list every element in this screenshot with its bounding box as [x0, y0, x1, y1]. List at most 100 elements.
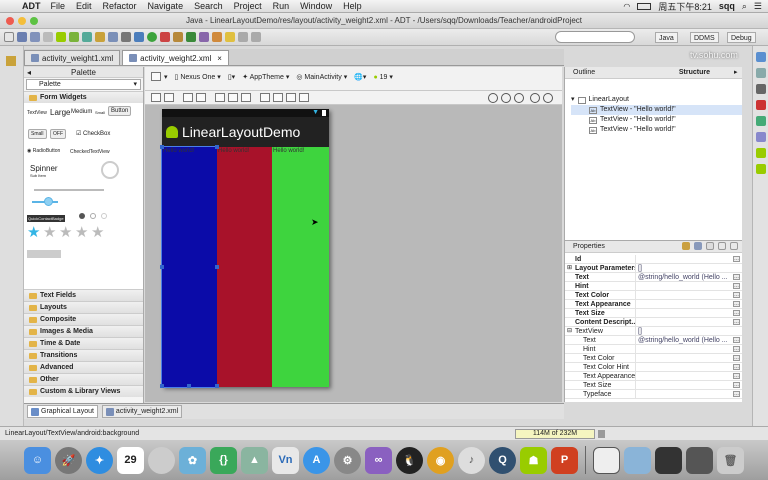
quicktime-icon[interactable]: [148, 446, 175, 474]
property-edit-button[interactable]: …: [733, 256, 740, 262]
device-preview[interactable]: ▼ LinearLayoutDemo Hello world! Hello wo…: [160, 109, 329, 388]
close-window-icon[interactable]: [6, 17, 14, 25]
selection-handle[interactable]: [215, 145, 219, 149]
property-value[interactable]: [635, 372, 733, 380]
selection-handle[interactable]: [187, 384, 191, 388]
property-value[interactable]: @string/hello_world (Hello ...: [635, 273, 733, 281]
menu-run[interactable]: Run: [273, 1, 290, 11]
quick-access-input[interactable]: [555, 31, 635, 43]
new-icon[interactable]: [4, 32, 14, 42]
qq-icon[interactable]: 🐧: [396, 446, 423, 474]
widget-progress-circle[interactable]: [101, 161, 119, 179]
menu-refactor[interactable]: Refactor: [103, 1, 137, 11]
locale-selector[interactable]: 🌐▾: [354, 73, 366, 81]
zoom-out-icon[interactable]: [530, 93, 540, 103]
widget-large-text[interactable]: Large: [50, 108, 70, 117]
property-row-text[interactable]: Text @string/hello_world (Hello ...…: [565, 273, 742, 282]
property-edit-button[interactable]: …: [733, 337, 740, 343]
property-edit-button[interactable]: …: [733, 319, 740, 325]
property-row-tv-text-color-hint[interactable]: Text Color Hint…: [565, 363, 742, 372]
zoom-fit-icon[interactable]: [501, 93, 511, 103]
property-value[interactable]: @string/hello_world (Hello ...: [635, 336, 733, 344]
widget-small-button[interactable]: Small: [28, 129, 47, 139]
run-external-icon[interactable]: [160, 32, 170, 42]
property-edit-button[interactable]: …: [733, 364, 740, 370]
collapse-all-icon[interactable]: [730, 242, 738, 250]
property-edit-button[interactable]: …: [733, 346, 740, 352]
photos-icon[interactable]: ✿: [179, 446, 206, 474]
selection-handle[interactable]: [215, 384, 219, 388]
property-row-id[interactable]: Id…: [565, 255, 742, 264]
open-type-icon[interactable]: [199, 32, 209, 42]
selection-handle[interactable]: [160, 265, 164, 269]
zoom-100-icon[interactable]: [514, 93, 524, 103]
menu-edit[interactable]: Edit: [76, 1, 92, 11]
widget-button[interactable]: Button: [108, 106, 132, 116]
new-class-icon[interactable]: [186, 32, 196, 42]
rating-star-icon[interactable]: ★: [75, 225, 88, 240]
zoom-real-size-icon[interactable]: [488, 93, 498, 103]
widget-checkbox[interactable]: ☑ CheckBox: [76, 130, 110, 137]
android-studio-icon[interactable]: ▲: [241, 446, 268, 474]
perspective-debug-button[interactable]: Debug: [727, 32, 756, 43]
widget-radio-button[interactable]: ◉ RadioButton: [27, 148, 60, 154]
property-value[interactable]: [635, 381, 733, 389]
widget-radio-small-empty2[interactable]: [101, 213, 107, 219]
property-row-tv-text-color[interactable]: Text Color…: [565, 354, 742, 363]
menu-help[interactable]: Help: [343, 1, 362, 11]
property-edit-button[interactable]: …: [733, 355, 740, 361]
widget-progress-bar[interactable]: [34, 189, 104, 191]
calendar-icon[interactable]: 29: [117, 446, 144, 474]
widget-checked-textview[interactable]: CheckedTextView: [70, 149, 110, 155]
property-row-text-size[interactable]: Text Size…: [565, 309, 742, 318]
property-value[interactable]: [635, 345, 733, 353]
property-row-tv-text-size[interactable]: Text Size…: [565, 381, 742, 390]
palette-category-time-date[interactable]: Time & Date: [24, 337, 143, 349]
back-icon[interactable]: [238, 32, 248, 42]
document-stack-icon[interactable]: [686, 446, 713, 474]
menubar-clock[interactable]: 周五下午8:21: [658, 0, 712, 13]
property-row-tv-hint[interactable]: Hint…: [565, 345, 742, 354]
widget-toggle-button[interactable]: OFF: [50, 129, 66, 139]
chevron-down-icon[interactable]: ▾: [164, 73, 168, 81]
layout-horizontal-icon[interactable]: [151, 93, 161, 102]
debug-icon[interactable]: [134, 32, 144, 42]
theme-selector[interactable]: ✦ AppTheme ▾: [242, 73, 289, 81]
layout-canvas[interactable]: ▼ LinearLayoutDemo Hello world! Hello wo…: [145, 105, 562, 402]
palette-category-images-media[interactable]: Images & Media: [24, 325, 143, 337]
palette-category-other[interactable]: Other: [24, 373, 143, 385]
menu-window[interactable]: Window: [300, 1, 332, 11]
outline-node-textview-2[interactable]: Ab TextView - "Hello world!": [571, 115, 742, 125]
launchpad-icon[interactable]: 🚀: [55, 446, 82, 474]
menu-app-name[interactable]: ADT: [22, 1, 41, 11]
devices-icon[interactable]: [756, 164, 766, 174]
textview-column-1[interactable]: Hello world!: [161, 146, 218, 388]
property-row-text-color[interactable]: Text Color…: [565, 291, 742, 300]
run-icon[interactable]: [147, 32, 157, 42]
palette-dropdown[interactable]: Palette ▾: [26, 79, 141, 90]
property-edit-button[interactable]: …: [733, 382, 740, 388]
image-view-icon[interactable]: [299, 93, 309, 102]
property-value[interactable]: [635, 300, 733, 308]
screen-recording-icon[interactable]: [593, 446, 620, 474]
lint-icon[interactable]: [82, 32, 92, 42]
palette-category-form-widgets[interactable]: Form Widgets: [24, 91, 143, 103]
property-row-content-description[interactable]: Content Descript...…: [565, 318, 742, 327]
android-sdk-icon[interactable]: [56, 32, 66, 42]
system-preferences-icon[interactable]: ⚙: [334, 446, 361, 474]
selection-handle[interactable]: [215, 265, 219, 269]
widget-spinner[interactable]: Spinner: [30, 164, 58, 173]
outline-view-icon[interactable]: [756, 68, 766, 78]
menu-file[interactable]: File: [51, 1, 66, 11]
palette-category-layouts[interactable]: Layouts: [24, 301, 143, 313]
rating-star-icon[interactable]: ★: [27, 225, 40, 240]
console-icon[interactable]: [756, 84, 766, 94]
palette-category-transitions[interactable]: Transitions: [24, 349, 143, 361]
android-adt-icon[interactable]: ☗: [520, 446, 547, 474]
heap-status[interactable]: 114M of 232M: [515, 429, 595, 439]
property-row-tv-text[interactable]: Text @string/hello_world (Hello ...…: [565, 336, 742, 345]
perspective-java-button[interactable]: Java: [655, 32, 678, 43]
garbage-collect-icon[interactable]: [598, 430, 605, 438]
device-selector[interactable]: ▯ Nexus One ▾: [175, 73, 221, 81]
widget-switch[interactable]: [27, 250, 61, 258]
